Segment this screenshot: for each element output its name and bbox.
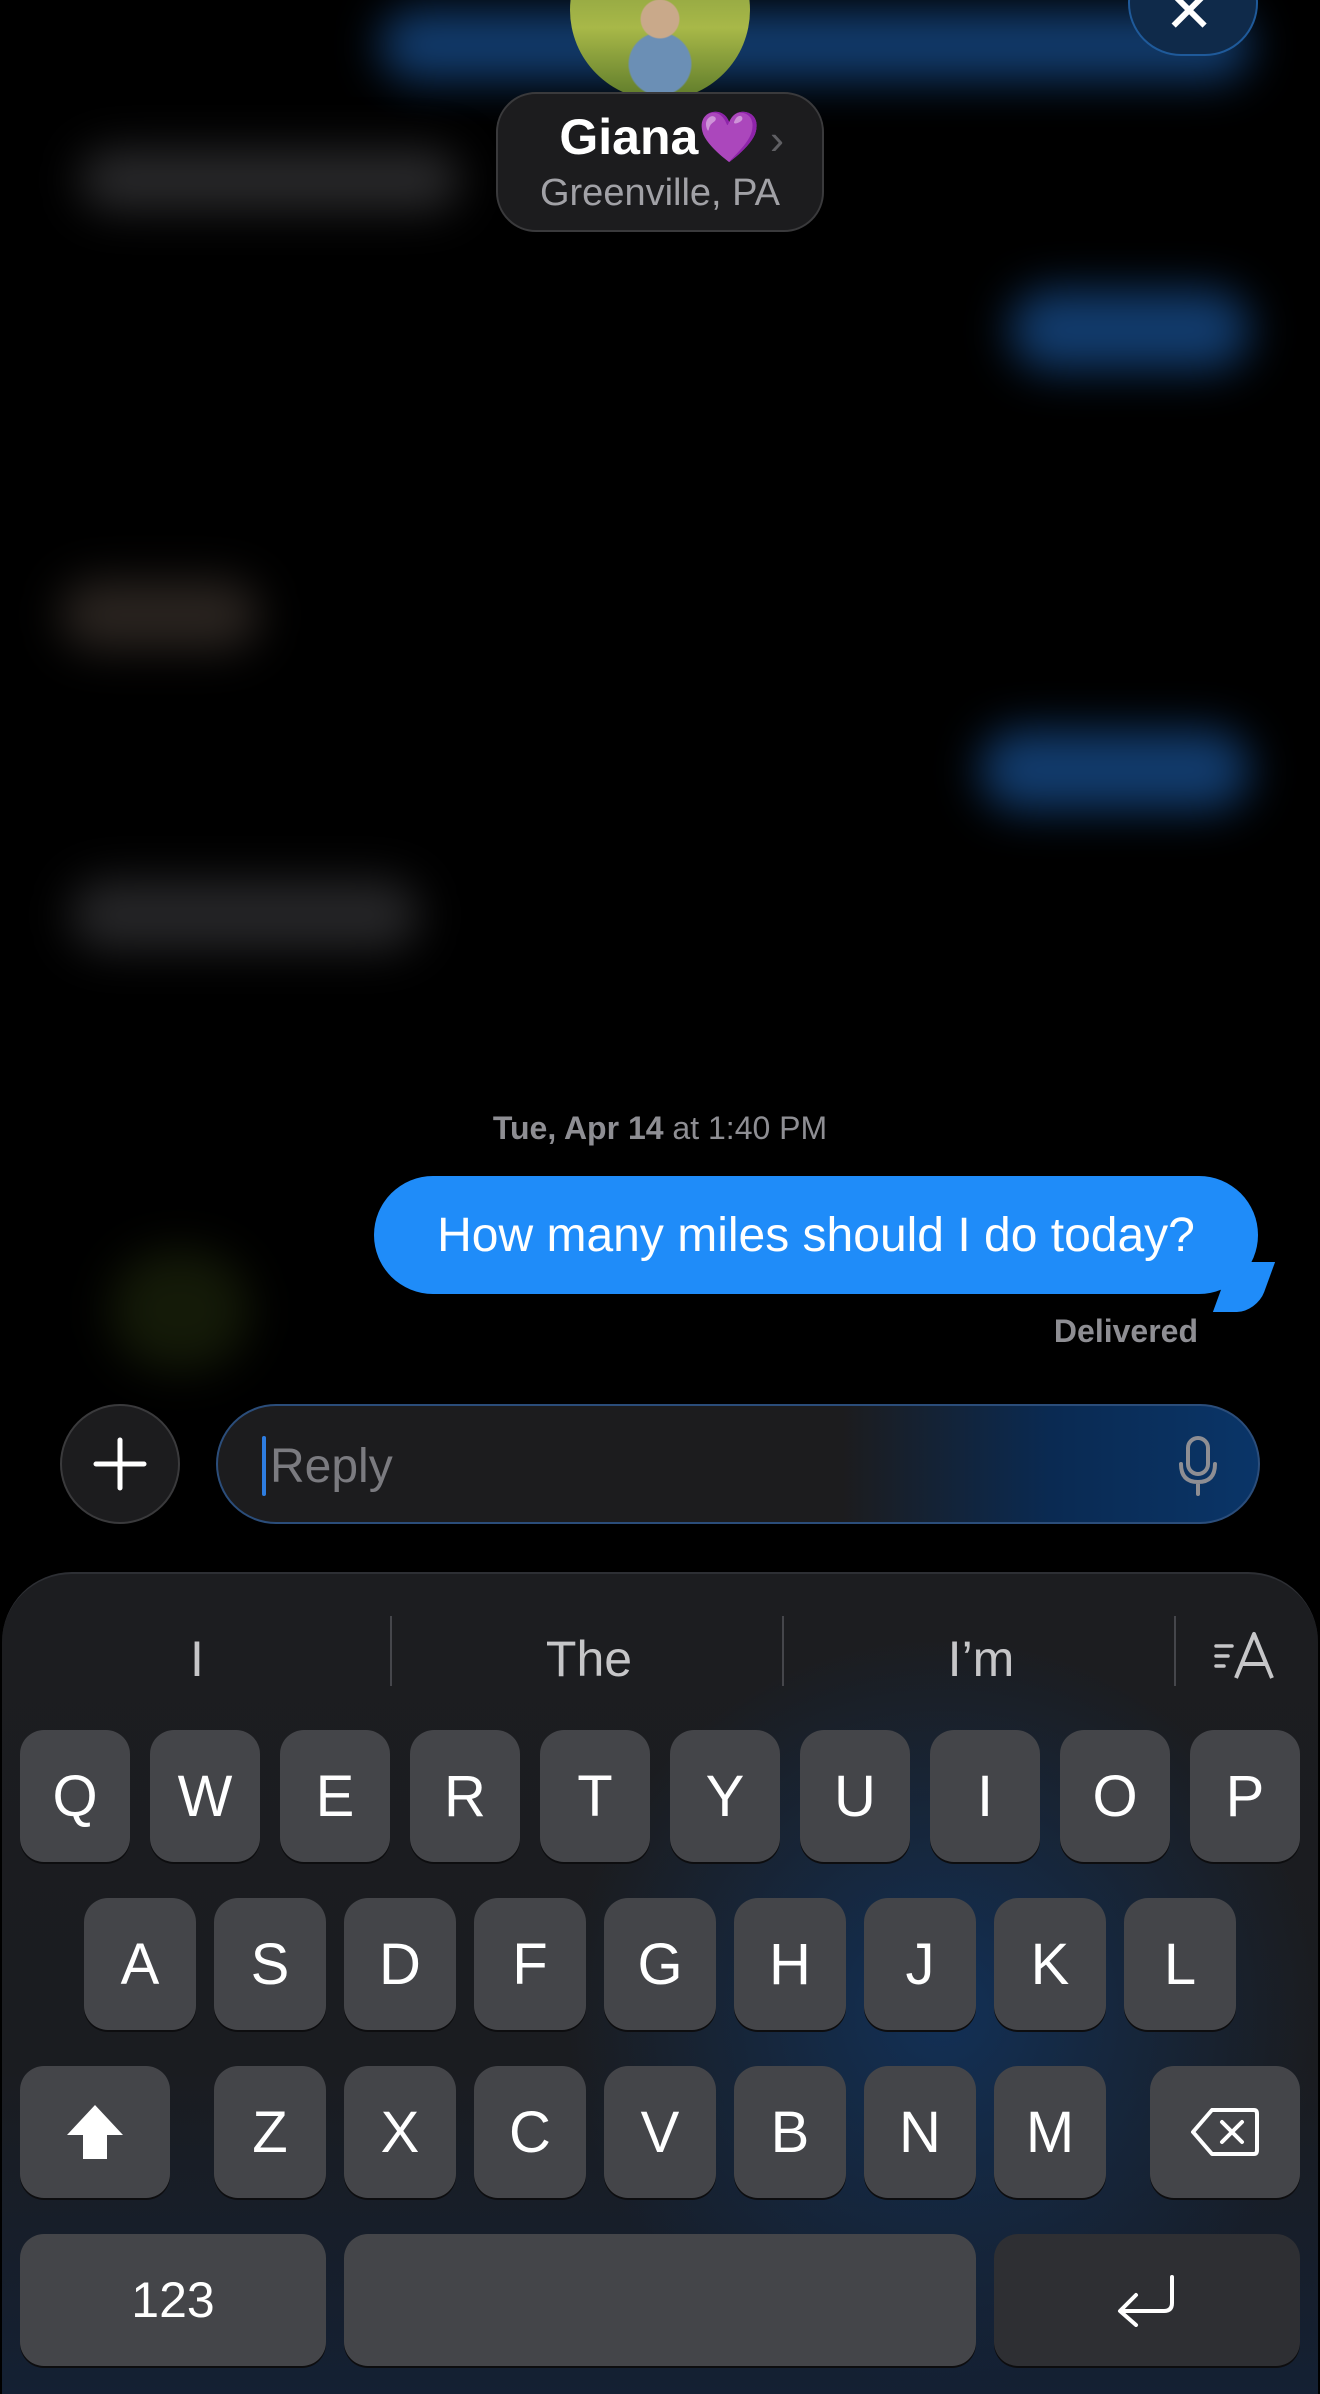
- key-g[interactable]: G: [604, 1898, 716, 2030]
- microphone-icon[interactable]: [1178, 1436, 1218, 1496]
- blurred-message: [60, 580, 260, 650]
- key-u[interactable]: U: [800, 1730, 910, 1862]
- reply-input[interactable]: [268, 1430, 1072, 1502]
- suggestion-2[interactable]: The: [394, 1614, 784, 1704]
- suggestion-divider: [1174, 1616, 1176, 1686]
- key-c[interactable]: C: [474, 2066, 586, 2198]
- key-b[interactable]: B: [734, 2066, 846, 2198]
- suggestion-divider: [390, 1616, 392, 1686]
- text-format-icon[interactable]: [1214, 1626, 1278, 1686]
- key-m[interactable]: M: [994, 2066, 1106, 2198]
- contact-location: Greenville, PA: [539, 172, 781, 214]
- blurred-message: [80, 150, 460, 210]
- blurred-message: [110, 1250, 250, 1370]
- delete-key[interactable]: [1150, 2066, 1300, 2198]
- key-w[interactable]: W: [150, 1730, 260, 1862]
- key-e[interactable]: E: [280, 1730, 390, 1862]
- reply-field[interactable]: [216, 1404, 1260, 1524]
- blurred-message: [1010, 290, 1250, 370]
- suggestion-1[interactable]: I: [2, 1614, 392, 1704]
- key-p[interactable]: P: [1190, 1730, 1300, 1862]
- keyboard: I The I’m Q W E R T Y U I O P A S D F G …: [2, 1572, 1318, 2394]
- key-s[interactable]: S: [214, 1898, 326, 2030]
- message-timestamp: Tue, Apr 14 at 1:40 PM: [0, 1110, 1320, 1147]
- contact-header[interactable]: Giana💜 › Greenville, PA: [496, 92, 824, 232]
- key-q[interactable]: Q: [20, 1730, 130, 1862]
- key-v[interactable]: V: [604, 2066, 716, 2198]
- blurred-message: [380, 10, 1250, 80]
- contact-avatar[interactable]: [570, 0, 750, 100]
- key-z[interactable]: Z: [214, 2066, 326, 2198]
- close-icon: ✕: [1164, 0, 1215, 45]
- shift-key[interactable]: [20, 2066, 170, 2198]
- key-i[interactable]: I: [930, 1730, 1040, 1862]
- sent-message-bubble[interactable]: How many miles should I do today?: [374, 1176, 1258, 1294]
- key-x[interactable]: X: [344, 2066, 456, 2198]
- suggestion-3[interactable]: I’m: [786, 1614, 1176, 1704]
- key-y[interactable]: Y: [670, 1730, 780, 1862]
- return-icon: [1118, 2275, 1174, 2327]
- key-d[interactable]: D: [344, 1898, 456, 2030]
- key-h[interactable]: H: [734, 1898, 846, 2030]
- return-key[interactable]: [994, 2234, 1300, 2366]
- key-n[interactable]: N: [864, 2066, 976, 2198]
- delivery-status: Delivered: [1053, 1313, 1198, 1349]
- key-j[interactable]: J: [864, 1898, 976, 2030]
- suggestion-divider: [782, 1616, 784, 1686]
- key-r[interactable]: R: [410, 1730, 520, 1862]
- chevron-right-icon: ›: [770, 116, 784, 163]
- text-cursor: [262, 1436, 266, 1496]
- numbers-key[interactable]: 123: [20, 2234, 326, 2366]
- add-attachment-button[interactable]: [60, 1404, 180, 1524]
- key-l[interactable]: L: [1124, 1898, 1236, 2030]
- plus-icon: [93, 1437, 147, 1491]
- key-t[interactable]: T: [540, 1730, 650, 1862]
- timestamp-time: at 1:40 PM: [663, 1110, 828, 1146]
- blurred-message: [70, 880, 420, 950]
- backspace-icon: [1191, 2108, 1259, 2156]
- key-o[interactable]: O: [1060, 1730, 1170, 1862]
- key-k[interactable]: K: [994, 1898, 1106, 2030]
- space-key[interactable]: [344, 2234, 976, 2366]
- timestamp-day: Tue, Apr 14: [492, 1110, 664, 1146]
- key-f[interactable]: F: [474, 1898, 586, 2030]
- blurred-message: [980, 730, 1250, 810]
- shift-icon: [67, 2105, 123, 2159]
- key-a[interactable]: A: [84, 1898, 196, 2030]
